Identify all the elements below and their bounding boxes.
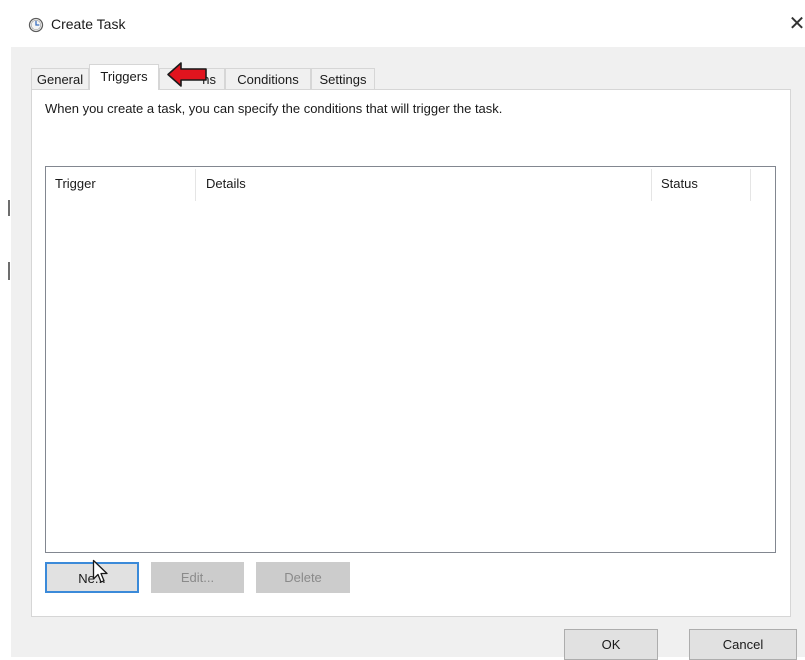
tab-label: Settings — [319, 72, 367, 87]
list-header: Trigger Details Status — [46, 167, 775, 201]
edge-mark — [8, 262, 10, 280]
tab-settings[interactable]: Settings — [311, 68, 375, 89]
close-icon: ✕ — [788, 13, 805, 35]
column-header-status[interactable]: Status — [661, 176, 698, 191]
mouse-pointer-icon — [92, 559, 108, 583]
button-label: Edit... — [180, 570, 215, 585]
button-label: OK — [601, 637, 621, 652]
dialog-body: General Triggers hs Conditions Settings … — [11, 47, 805, 660]
ok-button[interactable]: OK — [564, 629, 658, 660]
column-header-trigger[interactable]: Trigger — [55, 176, 96, 191]
panel-description: When you create a task, you can specify … — [45, 101, 503, 116]
tab-conditions[interactable]: Conditions — [225, 68, 311, 89]
close-button[interactable]: ✕ — [785, 10, 805, 38]
edge-mark — [8, 200, 10, 216]
tab-label: Conditions — [237, 72, 299, 87]
background-window-edge — [0, 0, 11, 657]
window-title: Create Task — [51, 16, 126, 32]
column-divider[interactable] — [195, 169, 196, 201]
triggers-tab-panel: When you create a task, you can specify … — [31, 89, 791, 617]
triggers-list[interactable]: Trigger Details Status — [45, 166, 776, 553]
button-label: Cancel — [722, 637, 764, 652]
button-label: Delete — [284, 570, 322, 585]
edit-trigger-button[interactable]: Edit... — [151, 562, 244, 593]
tab-label: General — [36, 72, 84, 87]
tab-label: Triggers — [100, 69, 148, 84]
tab-general[interactable]: General — [31, 68, 89, 89]
title-bar[interactable]: Create Task ✕ — [11, 0, 805, 47]
delete-trigger-button[interactable]: Delete — [256, 562, 350, 593]
cancel-button[interactable]: Cancel — [689, 629, 797, 660]
column-divider[interactable] — [651, 169, 652, 201]
column-header-details[interactable]: Details — [206, 176, 246, 191]
clock-icon — [28, 17, 44, 33]
tab-triggers[interactable]: Triggers — [89, 64, 159, 90]
red-arrow-left-icon — [167, 62, 207, 87]
column-divider[interactable] — [750, 169, 751, 201]
